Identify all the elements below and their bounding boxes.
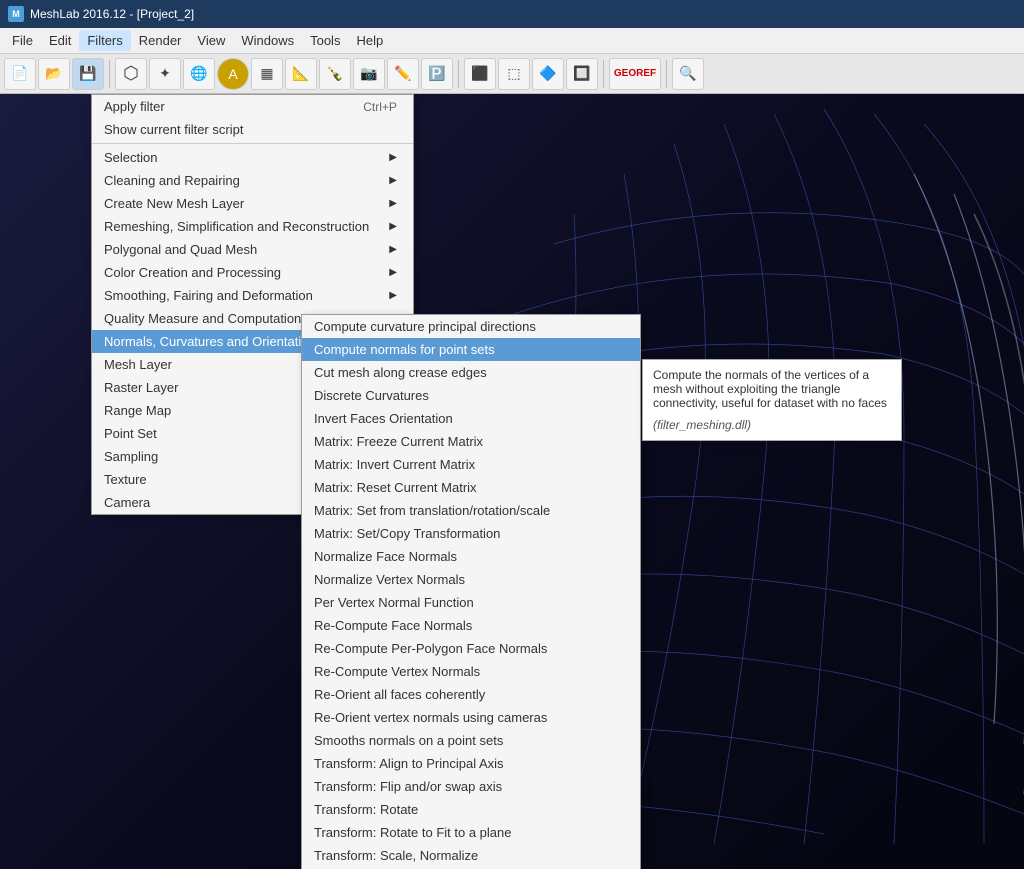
selection-item[interactable]: Selection ▶ <box>92 146 413 169</box>
tool5[interactable]: ▦ <box>251 58 283 90</box>
tool10[interactable]: 🅿️ <box>421 58 453 90</box>
toolbar: 📄 📂 💾 ⬡ ✦ 🌐 A ▦ 📐 🍾 📷 ✏️ 🅿️ ⬛ ⬚ 🔷 🔲 GEOR… <box>0 54 1024 94</box>
scale-item[interactable]: Transform: Scale, Normalize <box>302 844 640 867</box>
recompute-face-item[interactable]: Re-Compute Face Normals <box>302 614 640 637</box>
menubar: File Edit Filters Render View Windows To… <box>0 28 1024 54</box>
menu-edit[interactable]: Edit <box>41 30 79 51</box>
recompute-polygon-item[interactable]: Re-Compute Per-Polygon Face Normals <box>302 637 640 660</box>
tool4[interactable]: A <box>217 58 249 90</box>
rotate-item[interactable]: Transform: Rotate <box>302 798 640 821</box>
invert-faces-item[interactable]: Invert Faces Orientation <box>302 407 640 430</box>
tool13[interactable]: 🔷 <box>532 58 564 90</box>
polygonal-item[interactable]: Polygonal and Quad Mesh ▶ <box>92 238 413 261</box>
normalize-vertex-item[interactable]: Normalize Vertex Normals <box>302 568 640 591</box>
tool9[interactable]: ✏️ <box>387 58 419 90</box>
menu-view[interactable]: View <box>189 30 233 51</box>
menu-windows[interactable]: Windows <box>233 30 302 51</box>
freeze-matrix-item[interactable]: Matrix: Freeze Current Matrix <box>302 430 640 453</box>
smoothing-item[interactable]: Smoothing, Fairing and Deformation ▶ <box>92 284 413 307</box>
set-matrix-item[interactable]: Matrix: Set from translation/rotation/sc… <box>302 499 640 522</box>
sep3 <box>603 60 604 88</box>
remeshing-item[interactable]: Remeshing, Simplification and Reconstruc… <box>92 215 413 238</box>
menu-tools[interactable]: Tools <box>302 30 348 51</box>
tool15[interactable]: 🔍 <box>672 58 704 90</box>
georef[interactable]: GEOREF <box>609 58 661 90</box>
flip-axis-item[interactable]: Transform: Flip and/or swap axis <box>302 775 640 798</box>
discrete-curvatures-item[interactable]: Discrete Curvatures <box>302 384 640 407</box>
titlebar: M MeshLab 2016.12 - [Project_2] <box>0 0 1024 28</box>
app-icon: M <box>8 6 24 22</box>
menu-help[interactable]: Help <box>348 30 391 51</box>
sep1 <box>109 60 110 88</box>
tool1[interactable]: ⬡ <box>115 58 147 90</box>
tool3[interactable]: 🌐 <box>183 58 215 90</box>
compute-normals-item[interactable]: Compute normals for point sets <box>302 338 640 361</box>
tool8[interactable]: 📷 <box>353 58 385 90</box>
rotate-fit-item[interactable]: Transform: Rotate to Fit to a plane <box>302 821 640 844</box>
apply-filter-item[interactable]: Apply filter Ctrl+P <box>92 95 413 118</box>
normalize-face-item[interactable]: Normalize Face Normals <box>302 545 640 568</box>
save-button[interactable]: 💾 <box>72 58 104 90</box>
tool12[interactable]: ⬚ <box>498 58 530 90</box>
sep4 <box>666 60 667 88</box>
per-vertex-item[interactable]: Per Vertex Normal Function <box>302 591 640 614</box>
open-button[interactable]: 📂 <box>38 58 70 90</box>
menu-render[interactable]: Render <box>131 30 190 51</box>
tool7[interactable]: 🍾 <box>319 58 351 90</box>
invert-matrix-item[interactable]: Matrix: Invert Current Matrix <box>302 453 640 476</box>
tool14[interactable]: 🔲 <box>566 58 598 90</box>
cleaning-item[interactable]: Cleaning and Repairing ▶ <box>92 169 413 192</box>
recompute-vertex-item[interactable]: Re-Compute Vertex Normals <box>302 660 640 683</box>
window-title: MeshLab 2016.12 - [Project_2] <box>30 7 194 21</box>
color-item[interactable]: Color Creation and Processing ▶ <box>92 261 413 284</box>
reorient-faces-item[interactable]: Re-Orient all faces coherently <box>302 683 640 706</box>
menu-sep <box>92 143 413 144</box>
tool6[interactable]: 📐 <box>285 58 317 90</box>
menu-file[interactable]: File <box>4 30 41 51</box>
tool2[interactable]: ✦ <box>149 58 181 90</box>
align-axis-item[interactable]: Transform: Align to Principal Axis <box>302 752 640 775</box>
create-mesh-item[interactable]: Create New Mesh Layer ▶ <box>92 192 413 215</box>
new-button[interactable]: 📄 <box>4 58 36 90</box>
show-filter-script-item[interactable]: Show current filter script <box>92 118 413 141</box>
cut-mesh-item[interactable]: Cut mesh along crease edges <box>302 361 640 384</box>
copy-matrix-item[interactable]: Matrix: Set/Copy Transformation <box>302 522 640 545</box>
sep2 <box>458 60 459 88</box>
reorient-vertex-item[interactable]: Re-Orient vertex normals using cameras <box>302 706 640 729</box>
smooth-normals-item[interactable]: Smooths normals on a point sets <box>302 729 640 752</box>
menu-filters[interactable]: Filters <box>79 30 130 51</box>
tool11[interactable]: ⬛ <box>464 58 496 90</box>
normals-submenu[interactable]: Compute curvature principal directions C… <box>301 314 641 869</box>
main-area: Apply filter Ctrl+P Show current filter … <box>0 94 1024 869</box>
reset-matrix-item[interactable]: Matrix: Reset Current Matrix <box>302 476 640 499</box>
curvature-directions-item[interactable]: Compute curvature principal directions <box>302 315 640 338</box>
